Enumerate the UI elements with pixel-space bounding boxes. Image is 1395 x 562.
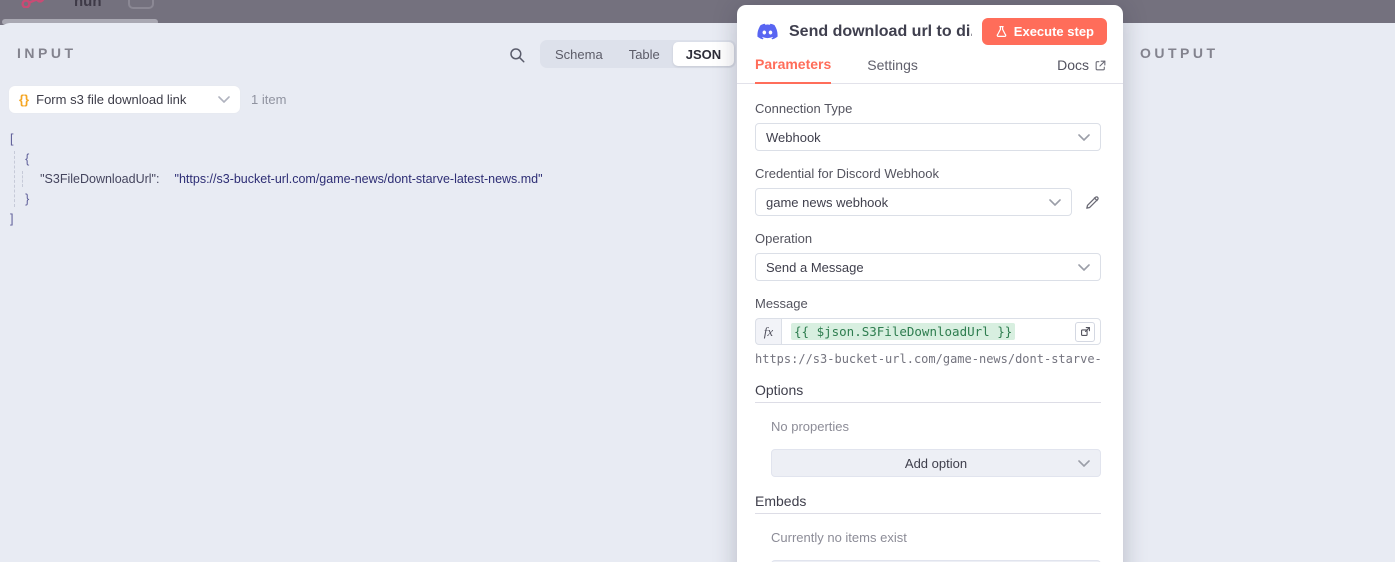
- node-details-panel: Send download url to di... Execute step …: [737, 5, 1123, 562]
- credential-row: game news webhook: [755, 188, 1101, 216]
- item-count: 1 item: [251, 92, 287, 107]
- output-panel: OUTPUT: [1123, 23, 1395, 562]
- node-header: Send download url to di... Execute step: [737, 5, 1123, 45]
- canvas-node-button: [128, 0, 154, 9]
- docs-link[interactable]: Docs: [1057, 57, 1107, 83]
- operation-select[interactable]: Send a Message: [755, 253, 1101, 281]
- node-tabs: Parameters Settings Docs: [737, 45, 1123, 84]
- message-label: Message: [755, 296, 808, 311]
- flask-icon: [996, 26, 1007, 37]
- input-panel-title: INPUT: [17, 45, 77, 61]
- open-expression-editor-button[interactable]: [1075, 321, 1095, 342]
- canvas-node-icon: [21, 0, 45, 8]
- json-brace-close: }: [25, 192, 30, 206]
- operation-value: Send a Message: [766, 259, 864, 275]
- embeds-section-header: Embeds: [755, 493, 1101, 514]
- discord-icon: [757, 23, 778, 39]
- chevron-down-icon: [218, 96, 230, 103]
- node-parameters: Connection Type Webhook Credential for D…: [737, 84, 1123, 562]
- tab-table[interactable]: Table: [616, 42, 673, 66]
- tab-schema[interactable]: Schema: [542, 42, 616, 66]
- indent-guide: [14, 151, 15, 207]
- message-expression-row: fx {{ $json.S3FileDownloadUrl }}: [755, 318, 1101, 345]
- json-bracket-close: ]: [10, 212, 14, 226]
- json-key: "S3FileDownloadUrl": [40, 172, 156, 186]
- message-expression-input[interactable]: {{ $json.S3FileDownloadUrl }}: [781, 318, 1101, 345]
- add-option-button[interactable]: Add option: [771, 449, 1101, 477]
- operation-label: Operation: [755, 231, 813, 246]
- json-brace-open: {: [25, 152, 30, 166]
- input-display-mode-tabs: Schema Table JSON: [540, 40, 737, 68]
- tab-json[interactable]: JSON: [672, 42, 735, 66]
- json-value: "https://s3-bucket-url.com/game-news/don…: [174, 172, 543, 186]
- chevron-down-icon: [1049, 198, 1061, 206]
- chevron-down-icon: [1078, 133, 1090, 141]
- canvas-node-label: nun: [74, 0, 102, 10]
- options-empty-text: No properties: [771, 419, 850, 434]
- docs-label: Docs: [1057, 57, 1089, 73]
- tab-parameters[interactable]: Parameters: [755, 56, 832, 84]
- input-source-row: {} Form s3 file download link 1 item: [8, 85, 286, 114]
- workflow-canvas-overlay: nun: [0, 0, 1395, 25]
- edit-credential-pencil-icon[interactable]: [1084, 194, 1101, 211]
- add-option-label: Add option: [904, 455, 968, 471]
- connection-type-select[interactable]: Webhook: [755, 123, 1101, 151]
- app-window: nun INPUT Schema Table JSON {} Form s3 f…: [0, 0, 1395, 562]
- external-link-icon: [1095, 60, 1106, 70]
- json-output-view: [ { "S3FileDownloadUrl": "https://s3-buc…: [10, 132, 543, 226]
- execute-step-label: Execute step: [1013, 24, 1094, 39]
- tab-settings[interactable]: Settings: [867, 57, 918, 83]
- open-expression-editor-icon: [1080, 327, 1090, 336]
- input-source-value: Form s3 file download link: [36, 92, 187, 107]
- indent-guide: [22, 171, 23, 187]
- execute-step-button[interactable]: Execute step: [981, 18, 1107, 45]
- chevron-down-icon: [1078, 460, 1090, 467]
- expression-preview: https://s3-bucket-url.com/game-news/dont…: [755, 352, 1101, 366]
- connection-type-value: Webhook: [766, 129, 821, 145]
- fx-badge: fx: [755, 318, 781, 345]
- options-section-header: Options: [755, 382, 1101, 403]
- output-panel-title: OUTPUT: [1140, 45, 1219, 61]
- credential-select[interactable]: game news webhook: [755, 188, 1072, 216]
- json-bracket-open: [: [10, 132, 14, 146]
- embeds-empty-text: Currently no items exist: [771, 530, 907, 545]
- input-panel: INPUT Schema Table JSON {} Form s3 file …: [0, 23, 737, 562]
- connection-type-label: Connection Type: [755, 101, 853, 116]
- credential-value: game news webhook: [766, 194, 889, 210]
- credential-label: Credential for Discord Webhook: [755, 166, 940, 181]
- node-title[interactable]: Send download url to di...: [789, 23, 972, 41]
- json-braces-icon: {}: [19, 92, 30, 107]
- expression-value: {{ $json.S3FileDownloadUrl }}: [791, 323, 1016, 340]
- input-source-select[interactable]: {} Form s3 file download link: [8, 85, 241, 114]
- search-icon[interactable]: [508, 46, 526, 64]
- chevron-down-icon: [1078, 263, 1090, 271]
